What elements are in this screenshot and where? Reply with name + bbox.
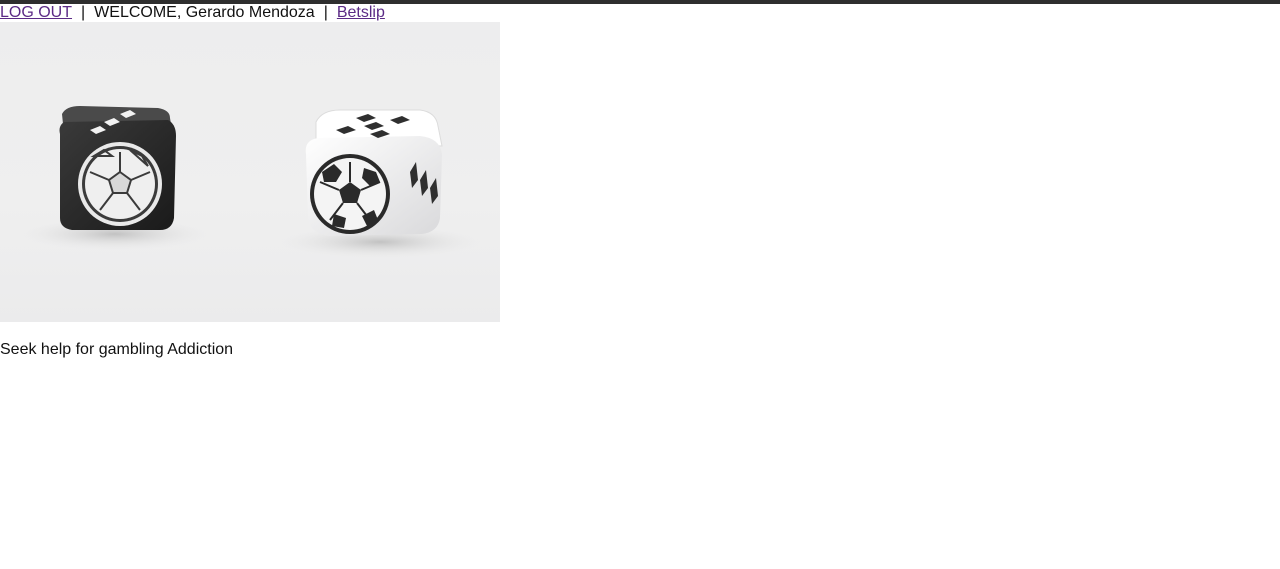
white-die — [305, 109, 443, 236]
gambling-help-text: Seek help for gambling Addiction — [0, 341, 234, 358]
separator: | — [81, 4, 86, 21]
dice-illustration — [20, 106, 480, 258]
welcome-text: WELCOME, Gerardo Mendoza — [94, 4, 315, 21]
soccer-dice-image — [0, 22, 500, 322]
separator: | — [323, 4, 328, 21]
logout-link[interactable]: LOG OUT — [0, 4, 72, 21]
betslip-link[interactable]: Betslip — [337, 4, 385, 21]
top-nav-bar: LOG OUT | WELCOME, Gerardo Mendoza | Betslip — [0, 4, 1280, 22]
black-die — [59, 106, 176, 230]
